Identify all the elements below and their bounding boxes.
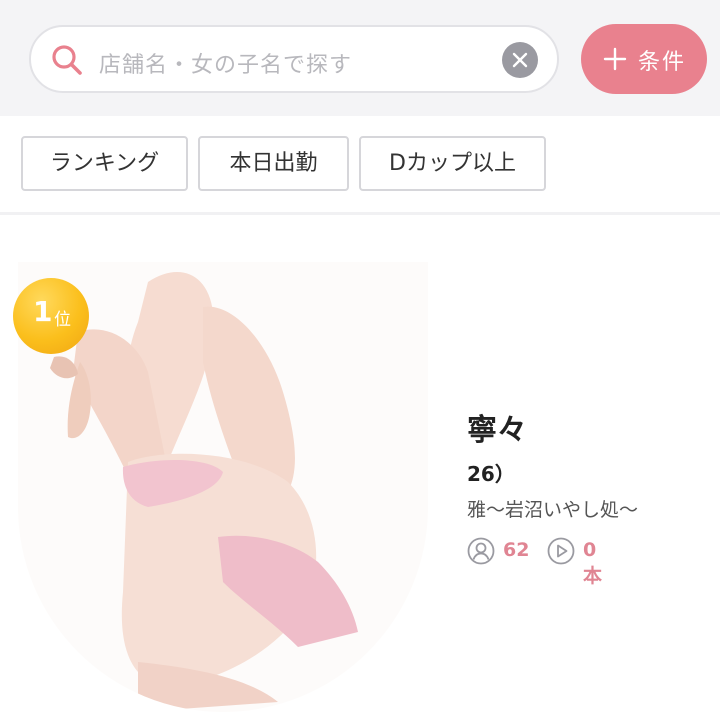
close-icon — [512, 52, 528, 68]
condition-button[interactable]: 条件 — [581, 24, 707, 94]
person-icon — [467, 537, 495, 565]
followers-count: 62 — [503, 539, 530, 561]
search-input[interactable]: 店舗名・女の子名で探す — [29, 25, 559, 93]
girl-age: 26） — [467, 462, 515, 486]
rank-suffix: 位 — [54, 310, 71, 330]
condition-label: 条件 — [638, 50, 687, 75]
search-placeholder: 店舗名・女の子名で探す — [99, 53, 353, 78]
search-icon — [52, 45, 82, 75]
filter-d-cup[interactable]: Dカップ以上 — [359, 136, 546, 191]
clear-button[interactable] — [502, 42, 538, 78]
girl-name[interactable]: 寧々 — [467, 405, 527, 449]
search-header: 店舗名・女の子名で探す 条件 — [0, 0, 720, 116]
play-icon — [547, 537, 575, 565]
filter-today-working[interactable]: 本日出勤 — [198, 136, 349, 191]
rank-badge: 1 位 — [13, 278, 89, 354]
plus-icon — [603, 47, 627, 71]
videos-count: 0本 — [583, 539, 603, 587]
filter-ranking[interactable]: ランキング — [21, 136, 188, 191]
shop-name[interactable]: 雅～岩沼いやし処～ — [467, 495, 638, 522]
rank-number: 1 — [33, 295, 53, 328]
section-divider — [0, 212, 720, 215]
